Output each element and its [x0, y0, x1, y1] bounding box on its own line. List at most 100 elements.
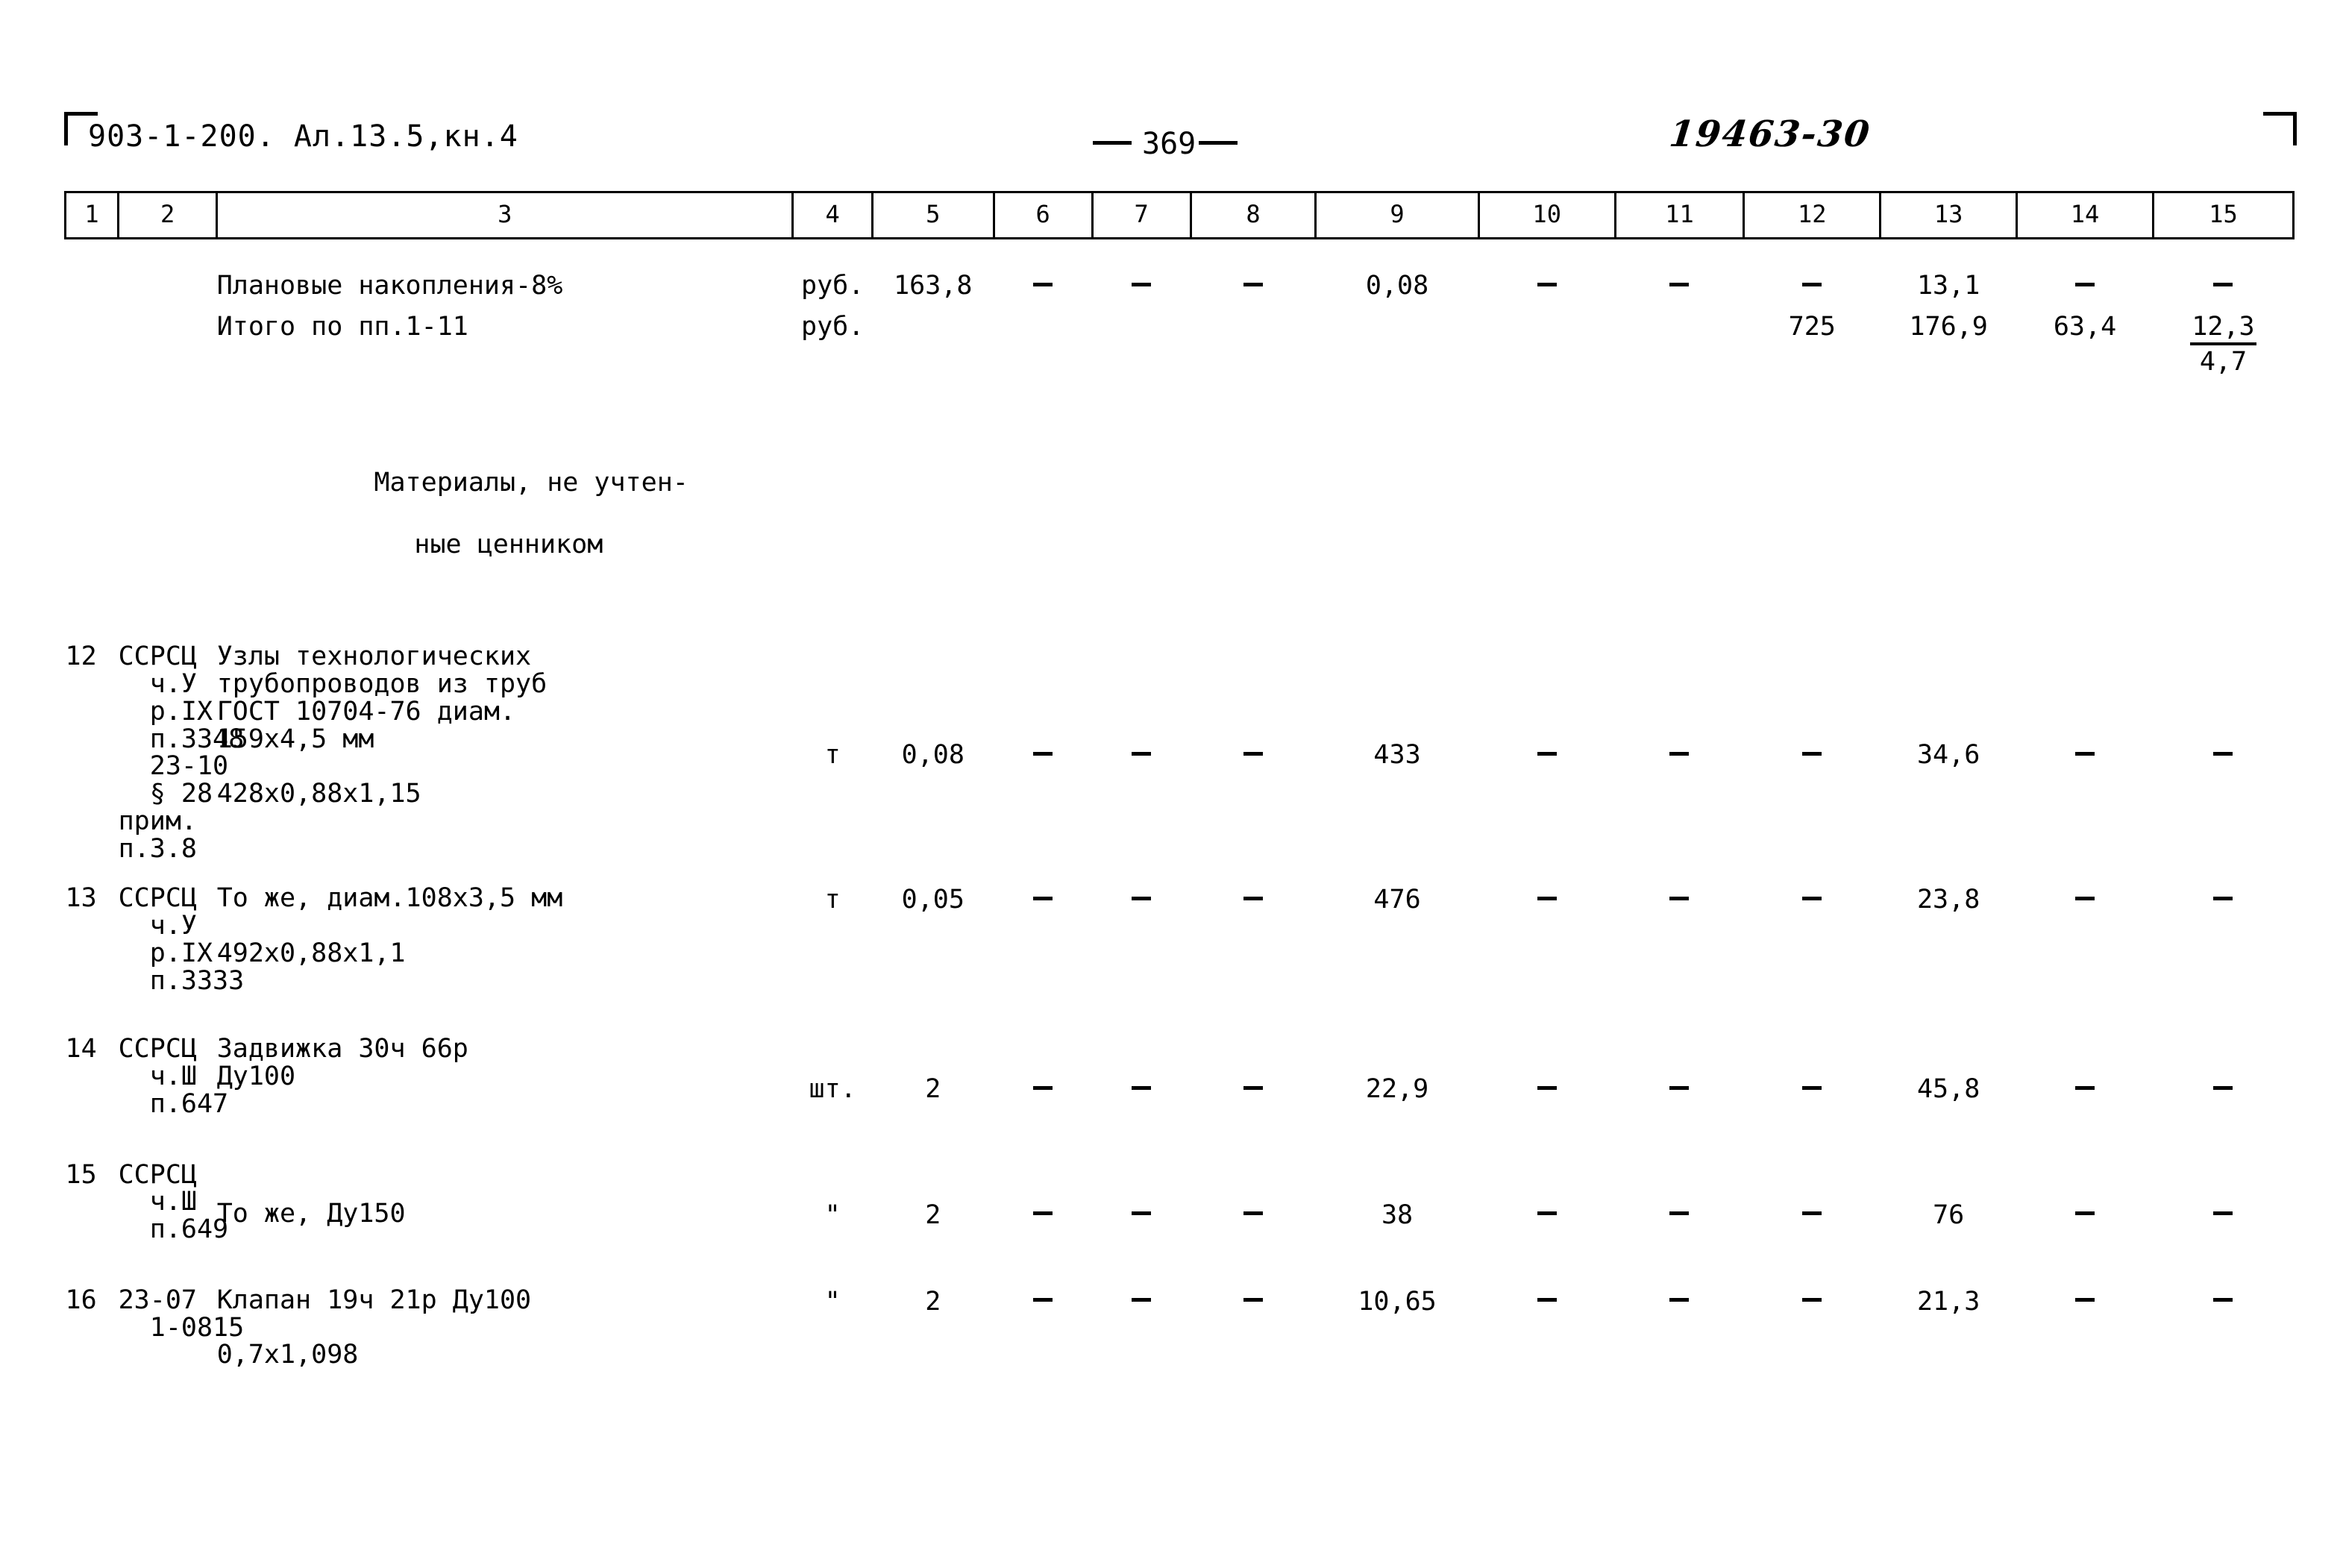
dash-mark [1669, 1211, 1690, 1216]
row-number: 12 [65, 642, 97, 672]
dash-mark [1802, 1298, 1822, 1302]
row-col11 [1615, 271, 1744, 301]
dash-mark [1669, 1298, 1690, 1302]
row-col12 [1744, 271, 1881, 301]
row-code: ССРСЦ ч.Ш п.647 [118, 1034, 229, 1119]
row-col12 [1744, 643, 1881, 862]
row-col9 [1316, 312, 1478, 377]
row-col11 [1615, 1035, 1744, 1117]
col-header-1: 1 [63, 191, 120, 239]
dash-mark [1132, 751, 1152, 756]
row-col15: 12,3 4,7 [2153, 312, 2293, 377]
dash-mark [2213, 896, 2233, 900]
row-number: 16 [65, 1285, 97, 1315]
row-col15 [2153, 643, 2293, 862]
section-heading-blank [793, 437, 2294, 591]
row-col10 [1478, 1035, 1615, 1117]
row-col6 [994, 643, 1092, 862]
dash-mark [2075, 282, 2095, 286]
row-col10 [1478, 643, 1615, 862]
row-col8 [1191, 1035, 1316, 1117]
row-col15 [2153, 1287, 2293, 1369]
dash-mark [1243, 1211, 1264, 1216]
dash-mark [1243, 282, 1264, 286]
estimate-table-container: 1 2 3 4 5 6 7 8 9 10 11 12 13 14 15 План… [63, 191, 2295, 1369]
row-col11 [1615, 885, 1744, 994]
row-col13: 34,6 [1916, 740, 1980, 771]
row-number: 14 [65, 1034, 97, 1064]
page-number: 369 [1093, 127, 1238, 161]
dash-mark [2075, 1211, 2095, 1216]
dash-mark [1033, 1085, 1053, 1090]
row-col7 [1092, 1035, 1191, 1117]
page-number-value: 369 [1142, 127, 1196, 161]
col-header-11: 11 [1613, 191, 1746, 239]
row-unit: т [824, 740, 841, 771]
page-header: 903-1-200. Ал.13.5,кн.4 369 19463-30 [0, 113, 2343, 172]
row-col10 [1478, 885, 1615, 994]
dash-mark [1669, 751, 1690, 756]
dash-mark [1132, 1085, 1152, 1090]
col-header-9: 9 [1314, 191, 1480, 239]
row-col9: 38 [1381, 1199, 1414, 1230]
dash-mark [1802, 1211, 1822, 1216]
dash-mark [1537, 896, 1557, 900]
row-col10 [1478, 271, 1615, 301]
row-col9: 22,9 [1365, 1074, 1429, 1105]
dash-mark [1669, 282, 1690, 286]
row-unit: руб. [801, 312, 865, 342]
col-header-12: 12 [1743, 191, 1882, 239]
row-col5 [873, 312, 994, 377]
row-col5: 2 [925, 1074, 941, 1105]
dash-mark [2213, 1085, 2233, 1090]
dash-mark [1802, 1085, 1822, 1090]
row-description: То же, Ду150 [216, 1198, 406, 1229]
row-col14 [2017, 1287, 2154, 1369]
dash-mark [1243, 1298, 1264, 1302]
row-col13: 21,3 [1916, 1286, 1980, 1317]
row-col13: 76 [1933, 1199, 1965, 1230]
row-col9: 10,65 [1358, 1286, 1437, 1317]
row-col8 [1191, 1161, 1316, 1244]
dash-mark [1537, 1211, 1557, 1216]
table-gap-row [66, 862, 2294, 885]
dash-mark [1132, 896, 1152, 900]
table-row: 14 ССРСЦ ч.Ш п.647 Задвижка 30ч 66р Ду10… [66, 1035, 2294, 1117]
row-col13: 23,8 [1916, 885, 1980, 915]
row-col10 [1478, 312, 1615, 377]
row-col8 [1191, 885, 1316, 994]
row-col6 [994, 1161, 1092, 1244]
col-header-4: 4 [791, 191, 873, 239]
row-col5: 2 [925, 1286, 941, 1317]
row-col14 [2017, 1161, 2154, 1244]
row-code [119, 312, 217, 377]
section-heading-line-1: Материалы, не учтен- [374, 468, 689, 498]
row-col9: 433 [1373, 740, 1421, 771]
row-code [119, 437, 217, 591]
section-heading-line-2: ные ценником [414, 529, 603, 559]
row-description: Узлы технологических трубопроводов из тр… [216, 642, 548, 809]
dash-mark [1537, 1085, 1557, 1090]
dash-mark [1132, 1298, 1152, 1302]
row-col14 [2017, 1035, 2154, 1117]
col-header-7: 7 [1091, 191, 1192, 239]
row-unit: " [824, 1199, 841, 1230]
dash-mark [1537, 1298, 1557, 1302]
col-header-14: 14 [2016, 191, 2154, 239]
table-row: 13 ССРСЦ ч.У р.IX п.3333 То же, диам.108… [66, 885, 2294, 994]
row-col7 [1092, 885, 1191, 994]
row-code [119, 271, 217, 301]
row-col9: 476 [1373, 885, 1421, 915]
col-header-5: 5 [871, 191, 995, 239]
row-number [66, 312, 119, 377]
row-col15 [2153, 1035, 2293, 1117]
dash-mark [1537, 751, 1557, 756]
dash-mark [1537, 282, 1557, 286]
row-col11 [1615, 312, 1744, 377]
row-col6 [994, 271, 1092, 301]
fraction-numerator: 12,3 [2190, 312, 2256, 345]
row-col9: 0,08 [1365, 271, 1429, 301]
row-col7 [1092, 1287, 1191, 1369]
col-header-10: 10 [1477, 191, 1616, 239]
row-unit: " [824, 1286, 841, 1317]
